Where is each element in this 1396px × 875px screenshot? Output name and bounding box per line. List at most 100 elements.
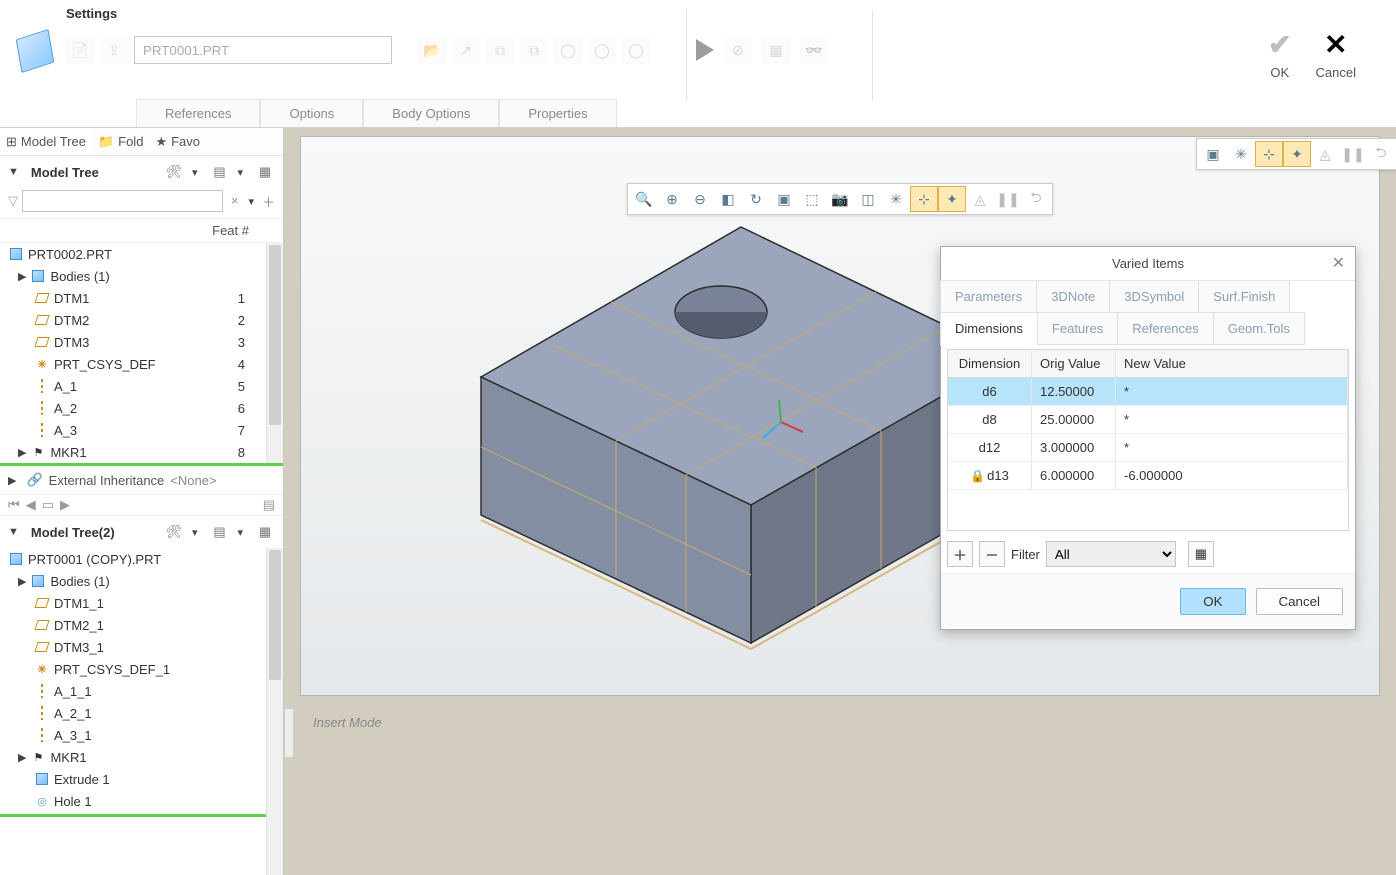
csys-icon[interactable]: ✳	[882, 186, 910, 212]
settings-icon[interactable]: ▦	[255, 522, 275, 542]
ok-button[interactable]: ✔ OK	[1268, 28, 1291, 80]
collapse-icon[interactable]: ▼	[8, 166, 19, 178]
expand-icon[interactable]: ▶	[18, 270, 26, 283]
table-row[interactable]: d123.000000*	[948, 434, 1348, 462]
tree2-root[interactable]: PRT0001 (COPY).PRT	[28, 552, 161, 567]
tab-3dsymbol[interactable]: 3DSymbol	[1109, 280, 1199, 313]
tree-item[interactable]: ✳PRT_CSYS_DEF4	[0, 353, 283, 375]
tree-item[interactable]: A_1_1	[0, 680, 283, 702]
feature-type-icon[interactable]	[12, 28, 58, 74]
csys-icon[interactable]: ✳	[1227, 141, 1255, 167]
tree-item[interactable]: ▶⚑MKR1	[0, 746, 283, 768]
nav-model-tree[interactable]: ⊞Model Tree	[0, 128, 92, 155]
tree-item[interactable]: DTM1_1	[0, 592, 283, 614]
graphics-area[interactable]: 🔍 ⊕ ⊖ ◧ ↻ ▣ ⬚ 📷 ◫ ✳ ⊹ ✦ ◬ ❚❚ ⮌	[284, 128, 1396, 875]
zoom-in-icon[interactable]: ⊕	[658, 186, 686, 212]
tab-body-options[interactable]: Body Options	[363, 99, 499, 127]
settings-icon[interactable]: ▦	[255, 162, 275, 182]
pause-icon[interactable]: ❚❚	[1339, 141, 1367, 167]
zoom-out-icon[interactable]: ⊖	[686, 186, 714, 212]
refit-icon[interactable]: ◧	[714, 186, 742, 212]
annotations-icon[interactable]: ◬	[966, 186, 994, 212]
axis-display-icon[interactable]: ✦	[938, 186, 966, 212]
tab-references[interactable]: References	[136, 99, 260, 127]
tab-3dnote[interactable]: 3DNote	[1036, 280, 1110, 313]
filename-input[interactable]	[134, 36, 392, 64]
snapshot-icon[interactable]: 📷	[826, 186, 854, 212]
add-row-button[interactable]: ＋	[947, 541, 973, 567]
filter-menu-icon[interactable]: ▾	[248, 195, 254, 208]
tree-item[interactable]: ▶⚑MKR18	[0, 441, 283, 463]
clear-icon[interactable]: ×	[231, 193, 239, 208]
tools-icon[interactable]: 🛠	[164, 162, 184, 182]
columns-icon[interactable]: ▤	[209, 522, 229, 542]
scrollbar[interactable]	[266, 548, 283, 875]
tree-item[interactable]: DTM33	[0, 331, 283, 353]
tab-dimensions[interactable]: Dimensions	[940, 312, 1038, 345]
datum-display-icon[interactable]: ⊹	[910, 186, 938, 212]
axis-display-icon[interactable]: ✦	[1283, 141, 1311, 167]
config-icon[interactable]: ▤	[263, 497, 275, 513]
tab-options[interactable]: Options	[260, 99, 363, 127]
prev-icon[interactable]: ◀	[26, 497, 36, 513]
page-icon[interactable]: ▭	[42, 497, 54, 513]
tree-item[interactable]: A_15	[0, 375, 283, 397]
saved-views-icon[interactable]: ⬚	[798, 186, 826, 212]
perspective-icon[interactable]: ◫	[854, 186, 882, 212]
tab-parameters[interactable]: Parameters	[940, 280, 1037, 313]
zoom-fit-icon[interactable]: 🔍	[630, 186, 658, 212]
spin-icon[interactable]: ↻	[742, 186, 770, 212]
tree-item[interactable]: A_2_1	[0, 702, 283, 724]
cancel-button[interactable]: ✕ Cancel	[1316, 28, 1356, 80]
nav-folder[interactable]: 📁Fold	[92, 128, 149, 155]
col-new[interactable]: New Value	[1116, 350, 1348, 377]
tab-surffinish[interactable]: Surf.Finish	[1198, 280, 1290, 313]
dialog-cancel-button[interactable]: Cancel	[1256, 588, 1344, 615]
resume-icon[interactable]: ⮌	[1022, 186, 1050, 212]
columns-icon[interactable]: ▤	[209, 162, 229, 182]
filter-icon[interactable]: ▽	[8, 193, 18, 209]
tree-item[interactable]: DTM3_1	[0, 636, 283, 658]
close-icon[interactable]: ✕	[1332, 253, 1345, 273]
tree-item[interactable]: A_26	[0, 397, 283, 419]
collapse-handle[interactable]	[284, 708, 294, 758]
tab-properties[interactable]: Properties	[499, 99, 616, 127]
pause-icon[interactable]: ❚❚	[994, 186, 1022, 212]
columns-button[interactable]: ▦	[1188, 541, 1214, 567]
tree2-bodies[interactable]: Bodies (1)	[50, 574, 109, 589]
tree-filter-input[interactable]	[22, 190, 223, 212]
filter-select[interactable]: All	[1046, 541, 1176, 567]
nav-favorites[interactable]: ★Favo	[149, 128, 206, 155]
remove-row-button[interactable]: －	[979, 541, 1005, 567]
table-row[interactable]: d612.50000*	[948, 378, 1348, 406]
next-icon[interactable]: ▶	[60, 497, 70, 513]
collapse-icon[interactable]: ▼	[8, 526, 19, 538]
col-orig[interactable]: Orig Value	[1032, 350, 1116, 377]
scrollbar[interactable]	[266, 243, 283, 463]
expand-icon[interactable]: ▶	[8, 474, 16, 487]
annotations-icon[interactable]: ◬	[1311, 141, 1339, 167]
dialog-ok-button[interactable]: OK	[1180, 588, 1245, 615]
tree-item[interactable]: Extrude 1	[0, 768, 283, 790]
play-icon[interactable]	[696, 39, 714, 61]
tree1-root[interactable]: PRT0002.PRT	[28, 247, 112, 262]
resume-icon[interactable]: ⮌	[1367, 141, 1395, 167]
tree-item[interactable]: ◎Hole 1	[0, 790, 283, 812]
tree-item[interactable]: DTM2_1	[0, 614, 283, 636]
tree-item[interactable]: DTM22	[0, 309, 283, 331]
tree-item[interactable]: ✳PRT_CSYS_DEF_1	[0, 658, 283, 680]
box-icon[interactable]: ▣	[1199, 141, 1227, 167]
tools-icon[interactable]: 🛠	[164, 522, 184, 542]
ext-inheritance[interactable]: External Inheritance	[49, 473, 165, 488]
tab-features[interactable]: Features	[1037, 312, 1118, 345]
add-icon[interactable]: ＋	[262, 192, 275, 211]
col-dimension[interactable]: Dimension	[948, 350, 1032, 377]
tree-item[interactable]: A_37	[0, 419, 283, 441]
expand-icon[interactable]: ▶	[18, 575, 26, 588]
tab-references2[interactable]: References	[1117, 312, 1213, 345]
tree-item[interactable]: A_3_1	[0, 724, 283, 746]
datum-display-icon[interactable]: ⊹	[1255, 141, 1283, 167]
display-style-icon[interactable]: ▣	[770, 186, 798, 212]
table-row[interactable]: d825.00000*	[948, 406, 1348, 434]
tree-item[interactable]: DTM11	[0, 287, 283, 309]
